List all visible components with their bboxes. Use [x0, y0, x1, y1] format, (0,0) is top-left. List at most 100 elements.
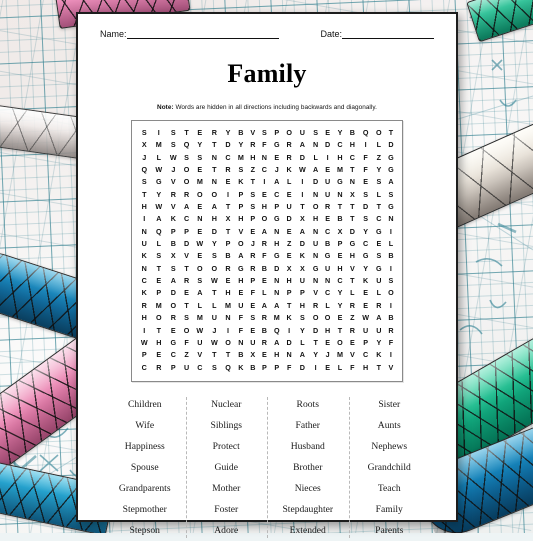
grid-cell[interactable]: O	[181, 325, 193, 337]
grid-cell[interactable]: I	[385, 349, 397, 361]
grid-cell[interactable]: U	[234, 300, 247, 312]
word-list-item[interactable]: Aunts	[378, 415, 401, 436]
grid-cell[interactable]: J	[322, 349, 334, 361]
grid-cell[interactable]: T	[222, 201, 235, 213]
grid-cell[interactable]: E	[193, 250, 208, 262]
grid-cell[interactable]: E	[258, 349, 270, 361]
grid-cell[interactable]: N	[270, 226, 283, 238]
grid-cell[interactable]: H	[346, 139, 358, 151]
grid-cell[interactable]: V	[193, 349, 208, 361]
grid-cell[interactable]: P	[152, 287, 167, 299]
grid-cell[interactable]: E	[152, 349, 167, 361]
grid-cell[interactable]: W	[152, 201, 167, 213]
word-list-item[interactable]: Husband	[291, 436, 325, 457]
grid-cell[interactable]: R	[247, 250, 258, 262]
grid-cell[interactable]: P	[137, 349, 152, 361]
grid-cell[interactable]: G	[310, 263, 322, 275]
grid-cell[interactable]: T	[222, 226, 235, 238]
grid-cell[interactable]: I	[283, 325, 295, 337]
grid-cell[interactable]: S	[373, 176, 385, 188]
grid-cell[interactable]: C	[358, 349, 373, 361]
grid-cell[interactable]: H	[152, 337, 167, 349]
grid-cell[interactable]: R	[207, 127, 222, 139]
word-list-item[interactable]: Nuclear	[211, 394, 241, 415]
grid-cell[interactable]: I	[152, 127, 167, 139]
grid-cell[interactable]: G	[270, 250, 283, 262]
grid-cell[interactable]: P	[283, 287, 295, 299]
grid-cell[interactable]: N	[137, 263, 152, 275]
grid-cell[interactable]: W	[295, 164, 310, 176]
grid-cell[interactable]: C	[181, 213, 193, 225]
grid-cell[interactable]: L	[322, 300, 334, 312]
word-list-item[interactable]: Stepson	[130, 520, 160, 541]
grid-cell[interactable]: D	[295, 238, 310, 250]
word-list-item[interactable]: Foster	[214, 499, 238, 520]
grid-cell[interactable]: U	[373, 325, 385, 337]
grid-cell[interactable]: J	[137, 152, 152, 164]
grid-cell[interactable]: N	[207, 152, 222, 164]
grid-cell[interactable]: N	[334, 189, 347, 201]
grid-cell[interactable]: E	[193, 226, 208, 238]
grid-cell[interactable]: S	[234, 164, 247, 176]
word-list-item[interactable]: Family	[376, 499, 403, 520]
grid-cell[interactable]: M	[193, 176, 208, 188]
date-field[interactable]: Date:	[320, 29, 434, 39]
grid-cell[interactable]: F	[258, 250, 270, 262]
grid-cell[interactable]: H	[234, 213, 247, 225]
grid-cell[interactable]: L	[373, 189, 385, 201]
grid-cell[interactable]: T	[152, 263, 167, 275]
grid-cell[interactable]: C	[334, 139, 347, 151]
grid-cell[interactable]: S	[193, 275, 208, 287]
grid-cell[interactable]: K	[137, 287, 152, 299]
grid-cell[interactable]: U	[137, 238, 152, 250]
grid-cell[interactable]: U	[295, 275, 310, 287]
word-search-grid-container[interactable]: SISTERYBVSPOUSEYBQOTXMSQYTDYRFGRANDCHILD…	[131, 120, 403, 382]
grid-cell[interactable]: T	[385, 127, 397, 139]
grid-cell[interactable]: T	[373, 362, 385, 374]
grid-cell[interactable]: Y	[334, 300, 347, 312]
word-list-item[interactable]: Children	[128, 394, 162, 415]
grid-cell[interactable]: K	[166, 213, 181, 225]
grid-cell[interactable]: O	[207, 189, 222, 201]
grid-cell[interactable]: S	[207, 250, 222, 262]
word-list-item[interactable]: Father	[295, 415, 320, 436]
word-list-item[interactable]: Mother	[212, 478, 240, 499]
grid-cell[interactable]: C	[137, 275, 152, 287]
grid-cell[interactable]: H	[222, 287, 235, 299]
grid-cell[interactable]: E	[222, 275, 235, 287]
grid-cell[interactable]: J	[207, 325, 222, 337]
grid-cell[interactable]: R	[152, 362, 167, 374]
grid-cell[interactable]: E	[166, 325, 181, 337]
grid-cell[interactable]: T	[152, 325, 167, 337]
grid-cell[interactable]: R	[346, 300, 358, 312]
grid-cell[interactable]: U	[295, 127, 310, 139]
grid-cell[interactable]: Q	[152, 226, 167, 238]
grid-cell[interactable]: K	[283, 164, 295, 176]
grid-cell[interactable]: W	[193, 238, 208, 250]
grid-cell[interactable]: H	[258, 201, 270, 213]
grid-cell[interactable]: D	[295, 152, 310, 164]
grid-cell[interactable]: A	[258, 300, 270, 312]
grid-cell[interactable]: H	[283, 275, 295, 287]
grid-cell[interactable]: G	[234, 263, 247, 275]
grid-cell[interactable]: E	[322, 127, 334, 139]
grid-cell[interactable]: U	[207, 312, 222, 324]
grid-cell[interactable]: N	[310, 250, 322, 262]
grid-cell[interactable]: A	[152, 213, 167, 225]
grid-cell[interactable]: I	[222, 325, 235, 337]
grid-cell[interactable]: E	[322, 164, 334, 176]
grid-cell[interactable]: A	[166, 275, 181, 287]
grid-cell[interactable]: U	[322, 263, 334, 275]
grid-cell[interactable]: F	[346, 362, 358, 374]
grid-cell[interactable]: A	[295, 139, 310, 151]
word-list-item[interactable]: Nieces	[295, 478, 321, 499]
grid-cell[interactable]: N	[270, 275, 283, 287]
grid-cell[interactable]: K	[358, 275, 373, 287]
grid-cell[interactable]: Q	[270, 325, 283, 337]
grid-cell[interactable]: A	[373, 312, 385, 324]
grid-cell[interactable]: A	[295, 226, 310, 238]
grid-cell[interactable]: Q	[137, 164, 152, 176]
grid-cell[interactable]: R	[181, 275, 193, 287]
grid-cell[interactable]: P	[234, 201, 247, 213]
grid-cell[interactable]: R	[283, 139, 295, 151]
